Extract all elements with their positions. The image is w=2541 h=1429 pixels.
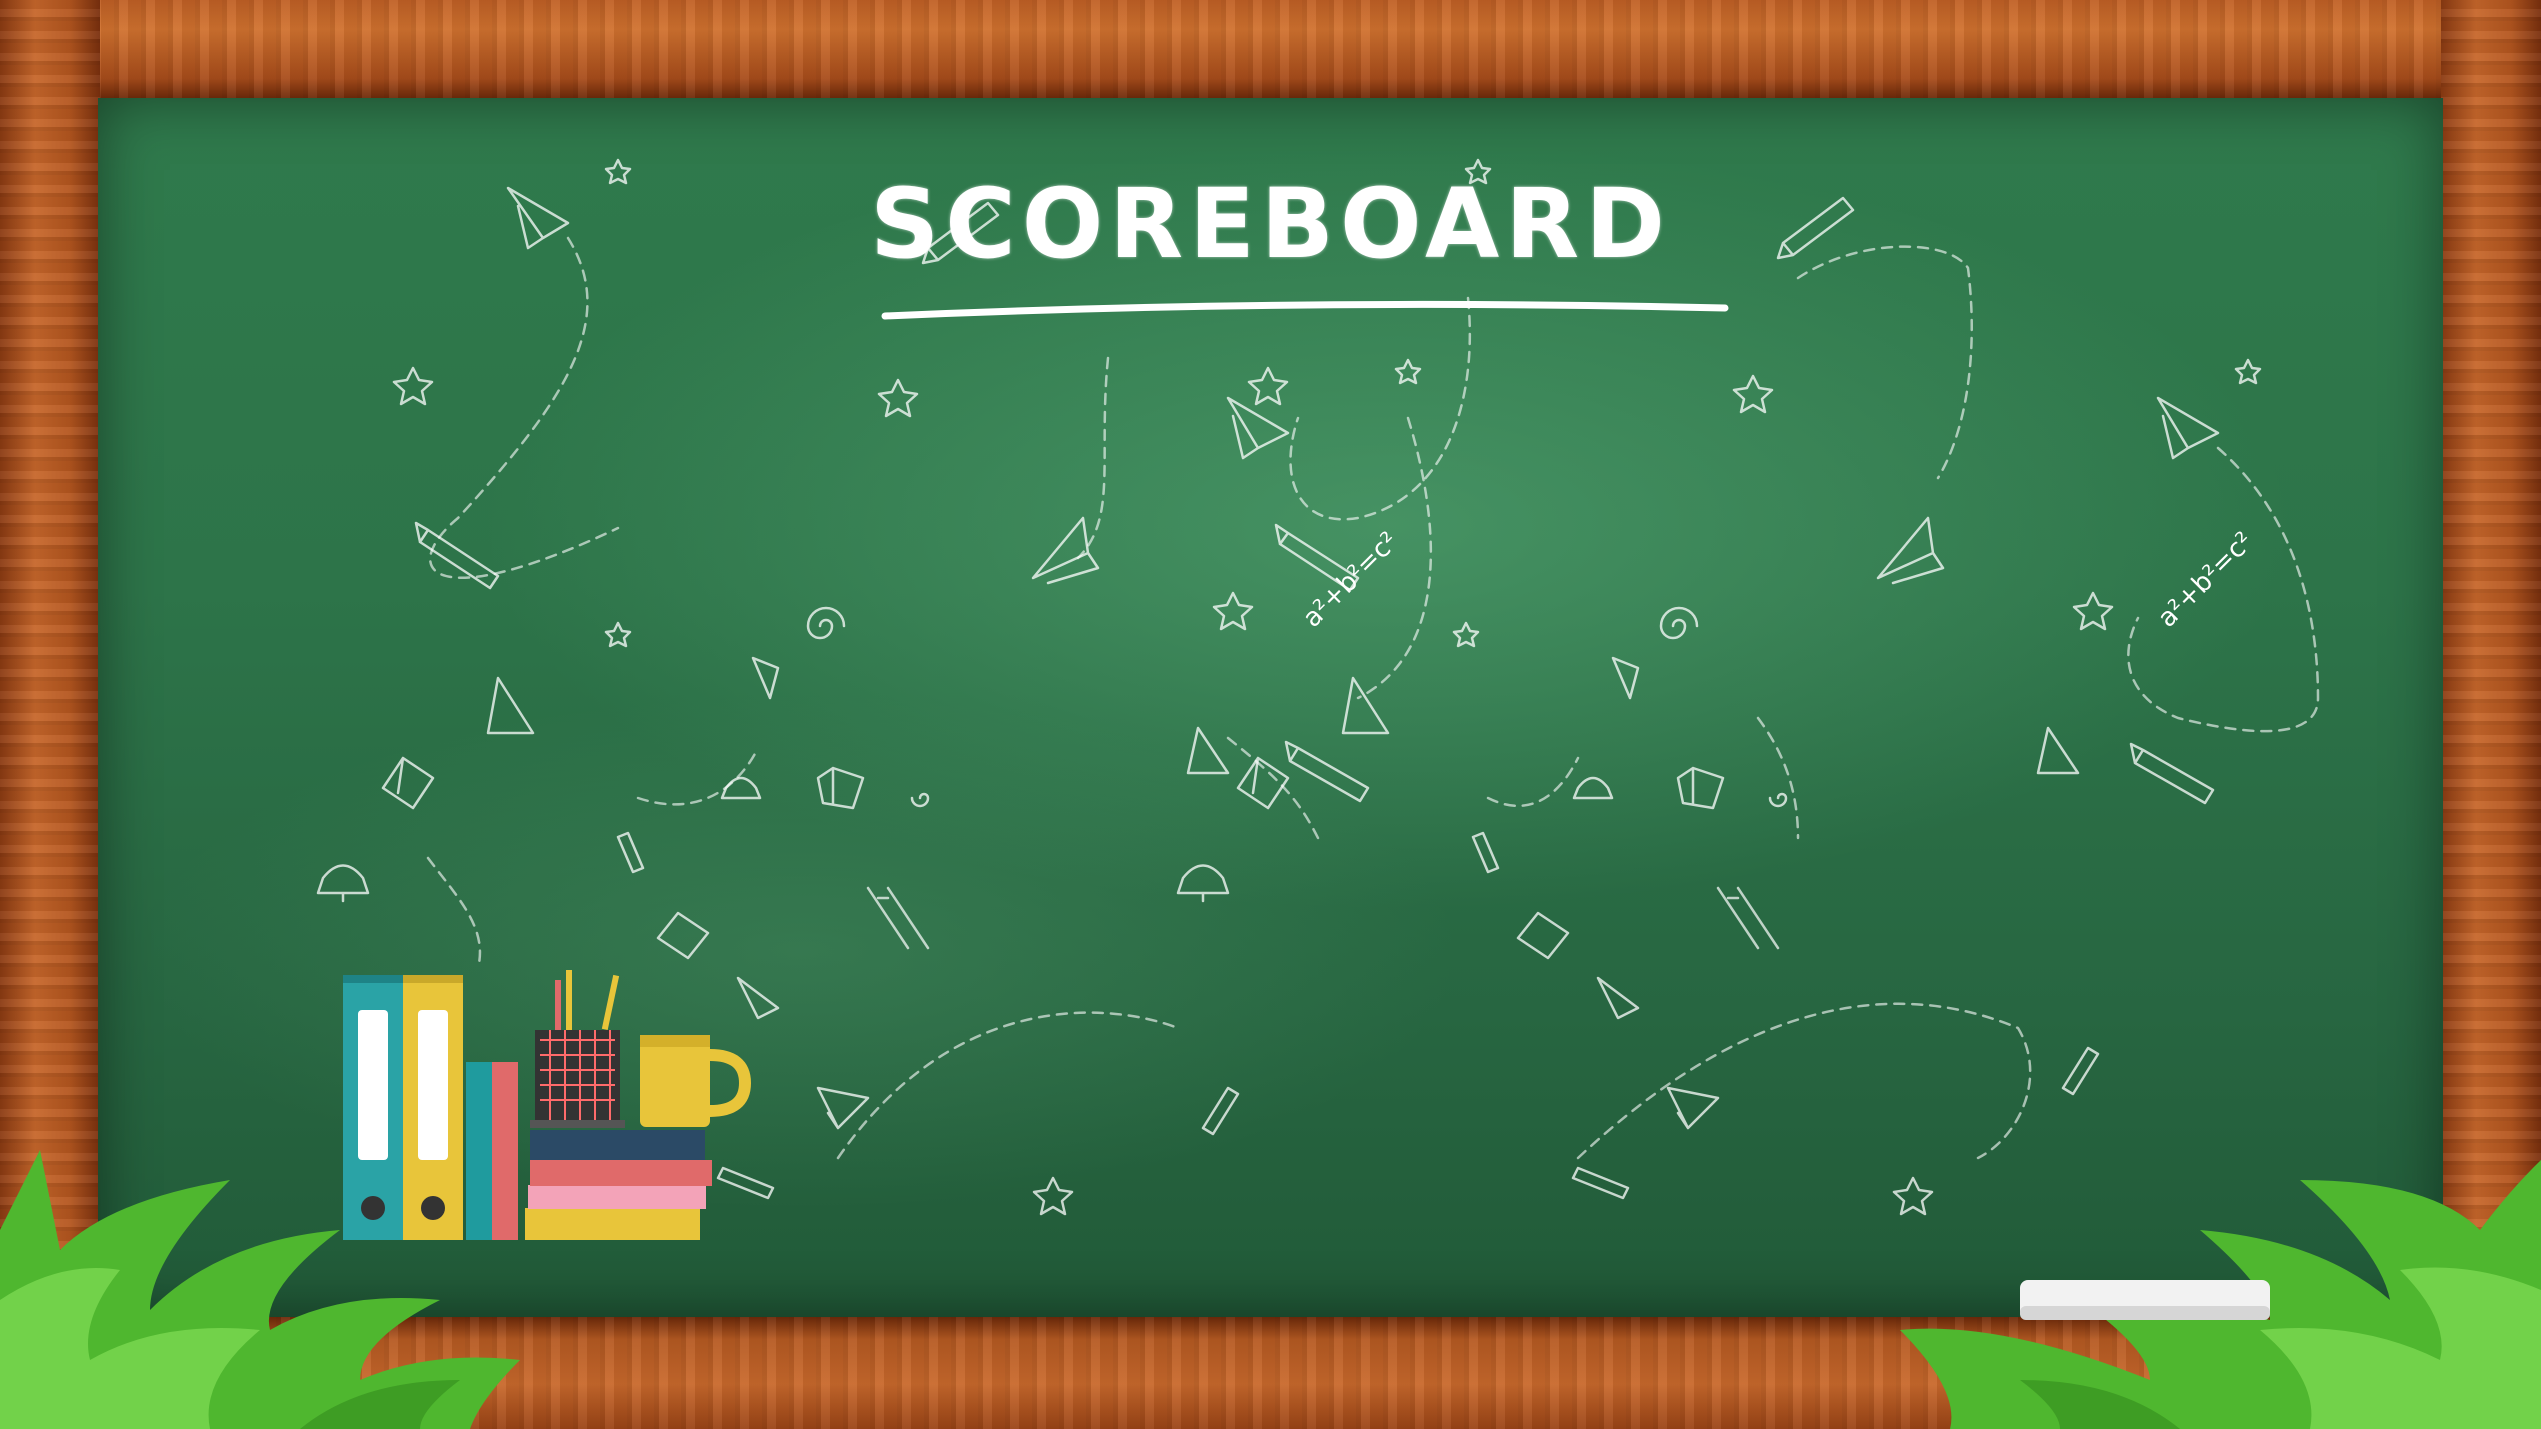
title-underline bbox=[881, 300, 1729, 320]
frame-bottom bbox=[60, 1317, 2481, 1429]
book-stack bbox=[525, 1208, 700, 1240]
bell-icon bbox=[316, 776, 1614, 903]
book-spine bbox=[492, 1062, 518, 1240]
frame-top bbox=[60, 0, 2481, 98]
book-icon bbox=[381, 756, 1725, 960]
book-spine bbox=[466, 1062, 492, 1240]
binder-icon bbox=[343, 975, 403, 1240]
paper-plane-icon bbox=[506, 186, 2220, 1130]
spiral-icon bbox=[806, 606, 1788, 808]
binder-icon bbox=[403, 975, 463, 1240]
page-title: SCOREBOARD bbox=[870, 168, 1671, 280]
